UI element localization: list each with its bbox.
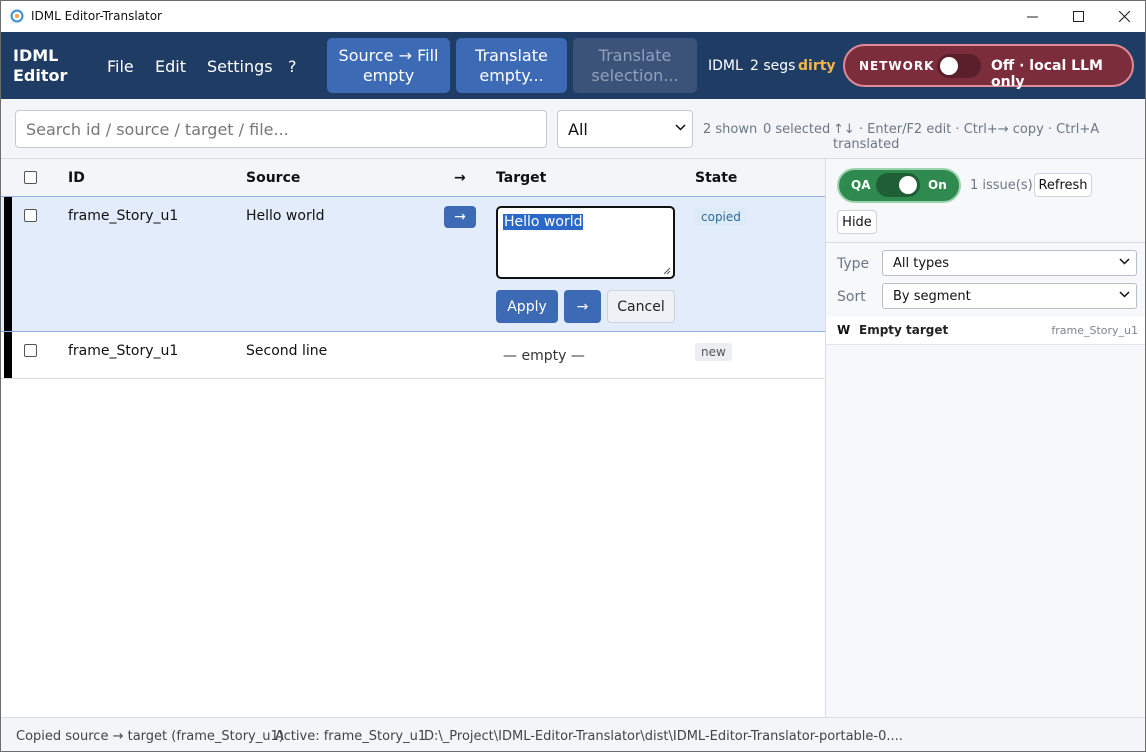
resize-grip-icon [663,267,671,275]
menu-file[interactable]: File [107,57,134,76]
issue-segment: frame_Story_u1 [1051,324,1138,337]
status-badge: new [695,343,732,361]
cancel-button[interactable]: Cancel [607,290,675,323]
qa-switch[interactable] [876,173,920,197]
sort-select-value: By segment [893,288,971,304]
menu-settings[interactable]: Settings [207,57,273,76]
table-row[interactable]: frame_Story_u1 Second line — empty — new [1,332,825,379]
copy-to-target-button[interactable]: → [564,290,601,323]
translate-empty-button[interactable]: Translate empty... [456,38,567,93]
status-badge: copied [695,208,747,226]
select-all-checkbox[interactable] [24,171,37,184]
column-copy: → [454,170,466,186]
maximize-button[interactable] [1055,1,1101,32]
chevron-down-icon [675,124,686,131]
row-id: frame_Story_u1 [68,208,179,224]
selected-count: 0 selected [763,122,831,137]
severity-warning: W [837,323,851,337]
type-select-value: All types [893,255,950,271]
app-icon [10,9,24,23]
hide-button[interactable]: Hide [837,210,877,234]
keyboard-hint: ↑↓ · Enter/F2 edit · Ctrl+→ copy · Ctrl+… [833,122,1100,152]
refresh-button[interactable]: Refresh [1034,173,1092,197]
row-source: Hello world [246,208,325,224]
menu-help[interactable]: ? [288,57,297,76]
fill-empty-label-1: Source → Fill [338,45,439,65]
row-checkbox[interactable] [24,344,37,357]
status-file-path: D:\_Project\IDML-Editor-Translator\dist\… [424,729,903,744]
translate-empty-label-1: Translate [475,45,548,65]
sort-label: Sort [837,289,866,305]
column-id[interactable]: ID [68,170,85,186]
state-filter-value: All [568,119,588,139]
row-target-empty[interactable]: — empty — [503,348,585,364]
row-checkbox[interactable] [24,209,37,222]
status-active-segment: Active: frame_Story_u1 [275,729,427,744]
network-state: Off · local LLM only [991,58,1103,90]
fill-empty-label-2: empty [362,65,415,85]
chevron-down-icon [1119,291,1130,298]
row-source: Second line [246,343,328,359]
target-editor[interactable]: Hello world [496,206,675,279]
minimize-button[interactable] [1009,1,1055,32]
column-state[interactable]: State [695,170,737,186]
status-bar: Copied source → target (frame_Story_u1) … [1,717,1145,751]
type-select[interactable]: All types [882,250,1137,276]
minimize-icon [1026,16,1038,18]
app-window: IDML Editor-Translator IDML Editor File … [0,0,1146,752]
network-label: NETWORK [859,59,935,73]
qa-toggle-pill[interactable]: QA On [837,168,961,203]
sort-select[interactable]: By segment [882,283,1137,309]
table-header: ID Source → Target State [1,159,825,197]
window-title: IDML Editor-Translator [31,9,162,23]
type-label: Type [837,256,870,272]
issue-count: 1 issue(s) [970,178,1033,193]
qa-switch-knob [899,176,917,194]
app-logo: IDML Editor [13,46,67,86]
logo-line-1: IDML [13,46,59,65]
translate-selection-label-2: selection... [591,65,679,85]
translate-empty-label-2: empty... [479,65,544,85]
segments-table: ID Source → Target State frame_Story_u1 … [1,159,825,717]
status-message: Copied source → target (frame_Story_u1) [16,729,284,744]
network-switch-knob [940,57,958,75]
target-editor-text: Hello world [503,214,584,230]
filter-toolbar: All 2 shown 0 selected ↑↓ · Enter/F2 edi… [1,99,1145,159]
qa-panel: QA On 1 issue(s) Refresh Hide Type All t… [825,159,1145,717]
shown-count: 2 shown [703,122,758,137]
logo-line-2: Editor [13,66,68,85]
app-header: IDML Editor File Edit Settings ? Source … [1,32,1145,99]
segment-count: 2 segs [750,58,796,74]
close-button[interactable] [1101,1,1145,32]
chevron-down-icon [1119,258,1130,265]
column-source[interactable]: Source [246,170,300,186]
search-input[interactable] [15,110,547,148]
panel-divider [826,242,1145,243]
column-target[interactable]: Target [496,170,546,186]
copy-source-button[interactable]: → [444,206,476,228]
qa-label: QA [851,178,871,192]
translate-selection-button[interactable]: Translate selection... [573,38,697,93]
qa-issue-item[interactable]: W Empty target frame_Story_u1 [826,317,1145,345]
fill-empty-button[interactable]: Source → Fill empty [327,38,450,93]
file-format: IDML [708,58,743,74]
network-switch[interactable] [937,54,981,78]
row-id: frame_Story_u1 [68,343,179,359]
maximize-icon [1072,11,1084,22]
table-row[interactable]: frame_Story_u1 Hello world → Hello world… [1,196,825,332]
close-icon [1118,11,1130,22]
title-bar: IDML Editor-Translator [1,1,1145,32]
row-indicator [4,197,12,331]
menu-edit[interactable]: Edit [155,57,186,76]
state-filter-select[interactable]: All [557,110,693,148]
issue-title: Empty target [859,323,949,337]
row-indicator [4,332,12,378]
dirty-indicator: dirty [798,58,836,74]
qa-state: On [928,178,947,192]
translate-selection-label-1: Translate [598,45,672,65]
network-toggle-pill[interactable]: NETWORK Off · local LLM only [843,44,1134,90]
apply-button[interactable]: Apply [496,290,558,323]
